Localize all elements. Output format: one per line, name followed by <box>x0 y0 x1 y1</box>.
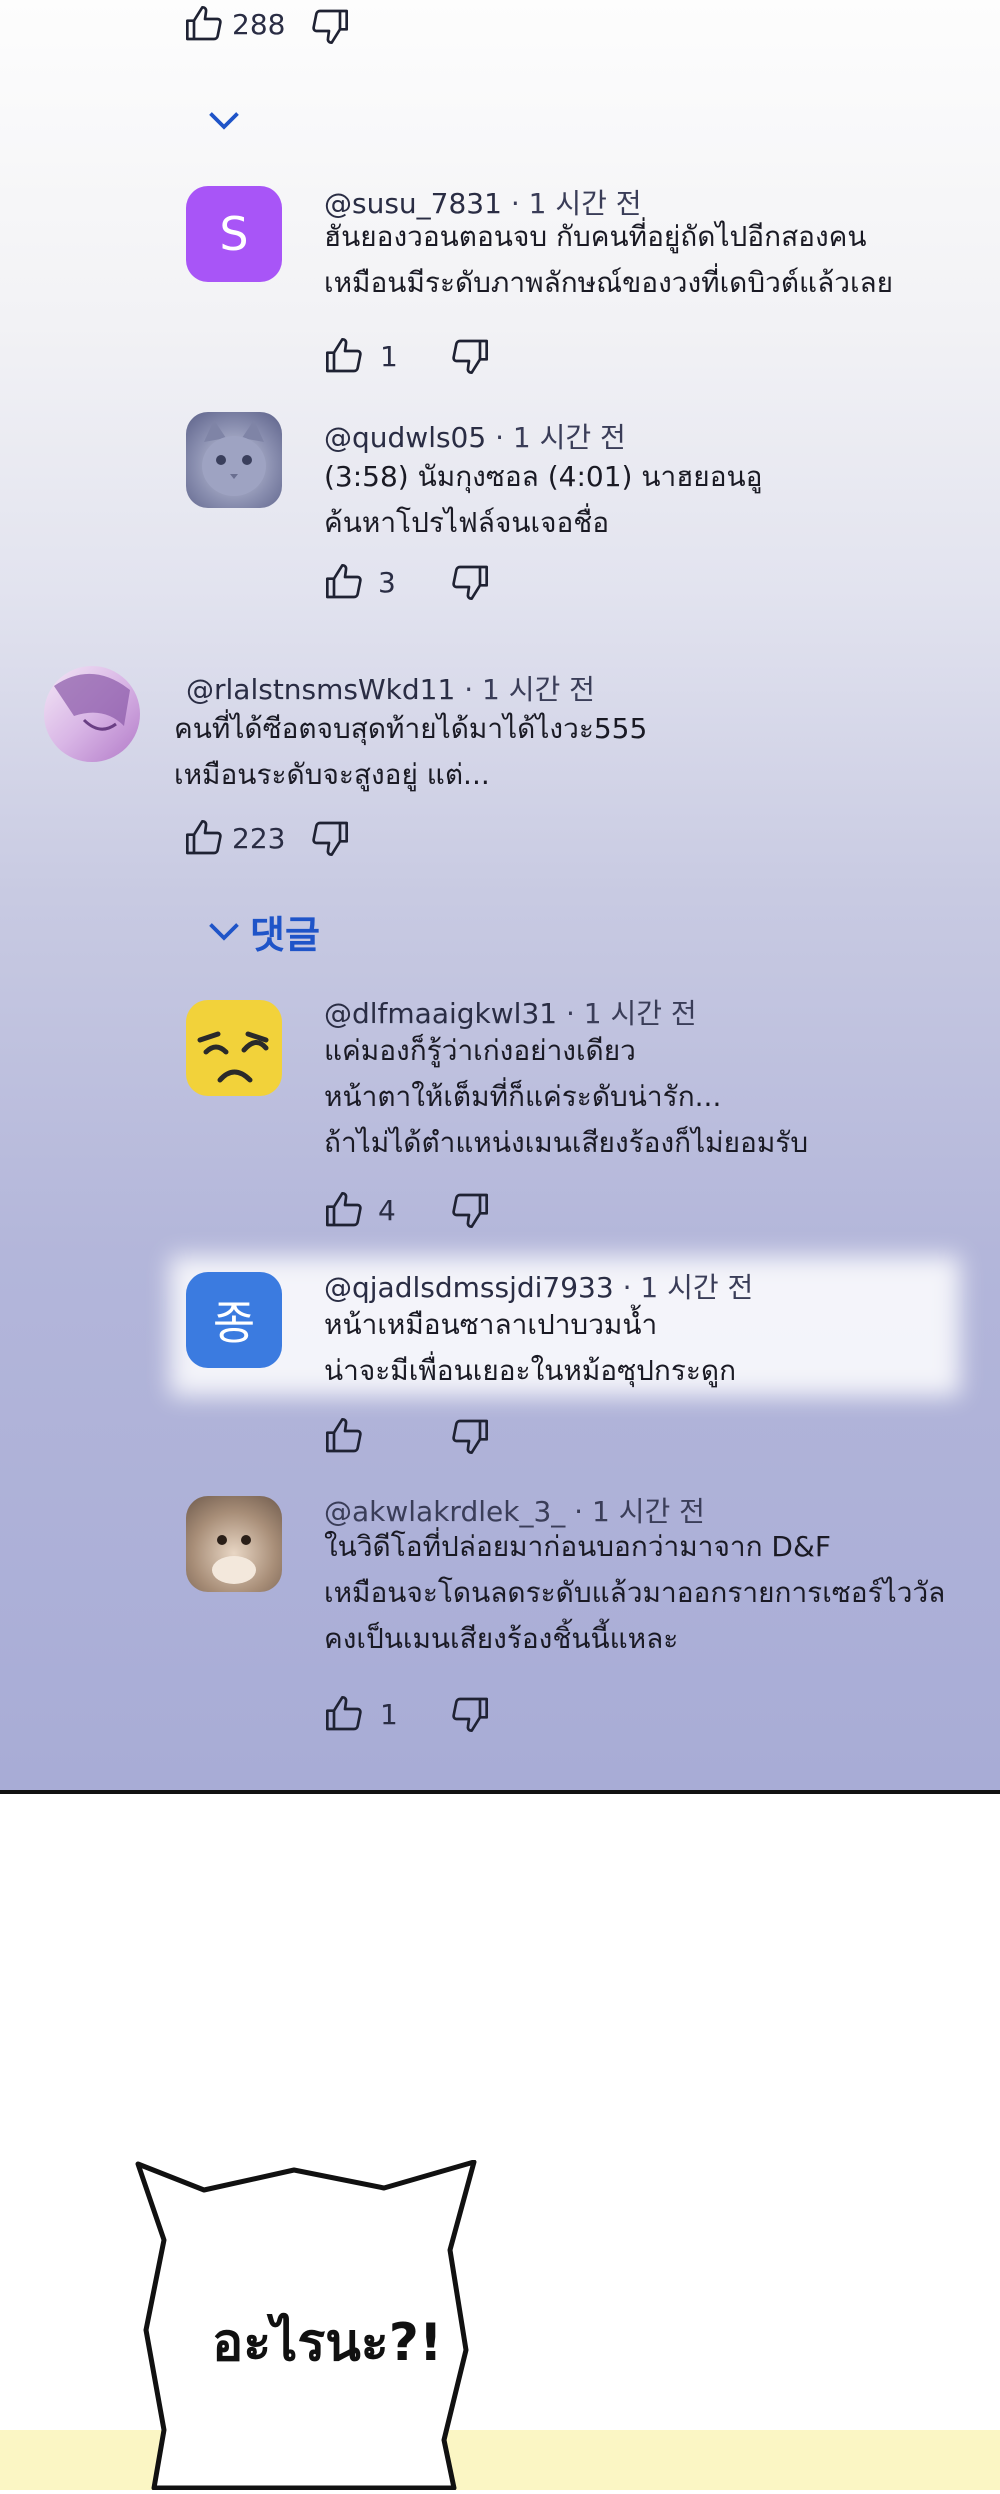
chevron-down-icon <box>206 917 242 947</box>
cat-photo-icon <box>202 420 266 496</box>
avatar-letter: S <box>219 207 249 261</box>
comment-line: คนที่ได้ซีอตจบสุดท้ายได้มาได้ไงวะ555 <box>174 712 648 745</box>
comment-header: @qudwls05 · 1 시간 전 <box>324 416 626 456</box>
replies-label: 댓글 <box>250 913 320 957</box>
comment-line: หน้าเหมือนซาลาเปาบวมน้ำ <box>324 1308 658 1341</box>
like-count: 4 <box>378 1194 396 1227</box>
comment-author[interactable]: @rlalstnsmsWkd11 <box>186 673 455 706</box>
comment-line: ฮันยองวอนตอนจบ กับคนที่อยู่ถัดไปอีกสองคน <box>324 220 867 253</box>
comment-line: เหมือนระดับจะสูงอยู่ แต่... <box>174 758 490 791</box>
comment-text: ในวิดีโอที่ปล่อยมาก่อนบอกว่ามาจาก D&F เห… <box>324 1524 945 1662</box>
avatar[interactable] <box>44 666 140 762</box>
avatar[interactable] <box>186 1000 282 1096</box>
thumbs-up-icon[interactable] <box>324 1416 364 1456</box>
comment-text: หน้าเหมือนซาลาเปาบวมน้ำ น่าจะมีเพื่อนเยอ… <box>324 1302 736 1394</box>
comment-line: น่าจะมีเพื่อนเยอะในหม้อซุปกระดูก <box>324 1354 737 1387</box>
thumbs-down-icon[interactable] <box>450 1190 490 1230</box>
comment-text: ฮันยองวอนตอนจบ กับคนที่อยู่ถัดไปอีกสองคน… <box>324 214 893 306</box>
chevron-down-icon[interactable] <box>206 106 242 136</box>
anime-girl-icon <box>54 673 130 731</box>
comment-text: แค่มองก็รู้ว่าเก่งอย่างเดียว หน้าตาให้เต… <box>324 1028 808 1166</box>
thumbs-up-icon[interactable] <box>324 1190 364 1230</box>
comment-line: แค่มองก็รู้ว่าเก่งอย่างเดียว <box>324 1034 636 1067</box>
comment-line: หน้าตาให้เต็มที่ก็แค่ระดับน่ารัก... <box>324 1080 722 1113</box>
avatar[interactable]: 종 <box>186 1272 282 1368</box>
comment-author[interactable]: @dlfmaaigkwl31 <box>324 997 557 1030</box>
thumbs-down-icon[interactable] <box>450 1416 490 1456</box>
comment-header: @rlalstnsmsWkd11 · 1 시간 전 <box>186 668 595 708</box>
comment-time: · 1 시간 전 <box>622 1271 754 1304</box>
comment-time: · 1 시간 전 <box>495 421 626 454</box>
like-count: 3 <box>378 566 396 599</box>
comment-line: คงเป็นเมนเสียงร้องชิ้นนี้แหละ <box>324 1622 679 1655</box>
comment-author[interactable]: @qudwls05 <box>324 421 486 454</box>
thumbs-up-icon[interactable] <box>324 1694 364 1734</box>
replies-toggle[interactable]: 댓글 <box>206 904 320 959</box>
comment-line: ในวิดีโอที่ปล่อยมาก่อนบอกว่ามาจาก D&F <box>324 1530 831 1563</box>
frowning-face-icon <box>197 1031 269 1083</box>
hamster-photo-icon <box>212 1535 256 1584</box>
like-count: 1 <box>380 1698 398 1731</box>
avatar-letter: 종 <box>212 1296 256 1350</box>
thumbs-down-icon[interactable] <box>310 6 350 46</box>
comment-line: (3:58) นัมกุงซอล (4:01) นาฮยอนอู <box>324 460 763 493</box>
thumbs-up-icon[interactable] <box>184 4 224 44</box>
avatar[interactable] <box>186 1496 282 1592</box>
thumbs-down-icon[interactable] <box>450 1694 490 1734</box>
like-count: 1 <box>380 340 398 373</box>
avatar[interactable] <box>186 412 282 508</box>
comment-time: · 1 시간 전 <box>464 673 595 706</box>
comment-header: @qjadlsdmssjdi7933 · 1 시간 전 <box>324 1266 753 1306</box>
comment-author[interactable]: @qjadlsdmssjdi7933 <box>324 1271 614 1304</box>
comment-text: (3:58) นัมกุงซอล (4:01) นาฮยอนอู ค้นหาโป… <box>324 454 762 546</box>
thumbs-up-icon[interactable] <box>324 336 364 376</box>
bubble-text: อะไรนะ?! <box>212 2313 443 2373</box>
speech-bubble: อะไรนะ?! <box>124 2159 484 2491</box>
comment-header: @dlfmaaigkwl31 · 1 시간 전 <box>324 992 697 1032</box>
thumbs-down-icon[interactable] <box>450 562 490 602</box>
thumbs-down-icon[interactable] <box>450 336 490 376</box>
comment-line: ถ้าไม่ได้ตำแหน่งเมนเสียงร้องก็ไม่ยอมรับ <box>324 1126 809 1159</box>
comment-screenshot-panel: 288 S @susu_7831 · 1 시간 전 ฮันยองวอนตอนจบ… <box>0 0 1000 1794</box>
like-count: 288 <box>232 8 286 41</box>
thumbs-up-icon[interactable] <box>324 562 364 602</box>
thumbs-down-icon[interactable] <box>310 818 350 858</box>
like-count: 223 <box>232 822 286 855</box>
comment-line: เหมือนจะโดนลดระดับแล้วมาออกรายการเซอร์ไว… <box>324 1576 946 1609</box>
comment-line: เหมือนมีระดับภาพลักษณ์ของวงที่เดบิวต์แล้… <box>324 266 894 299</box>
comment-time: · 1 시간 전 <box>565 997 697 1030</box>
thumbs-up-icon[interactable] <box>184 818 224 858</box>
comment-text: คนที่ได้ซีอตจบสุดท้ายได้มาได้ไงวะ555 เหม… <box>174 706 647 798</box>
comment-line: ค้นหาโปรไฟล์จนเจอชื่อ <box>324 506 610 539</box>
avatar[interactable]: S <box>186 186 282 282</box>
